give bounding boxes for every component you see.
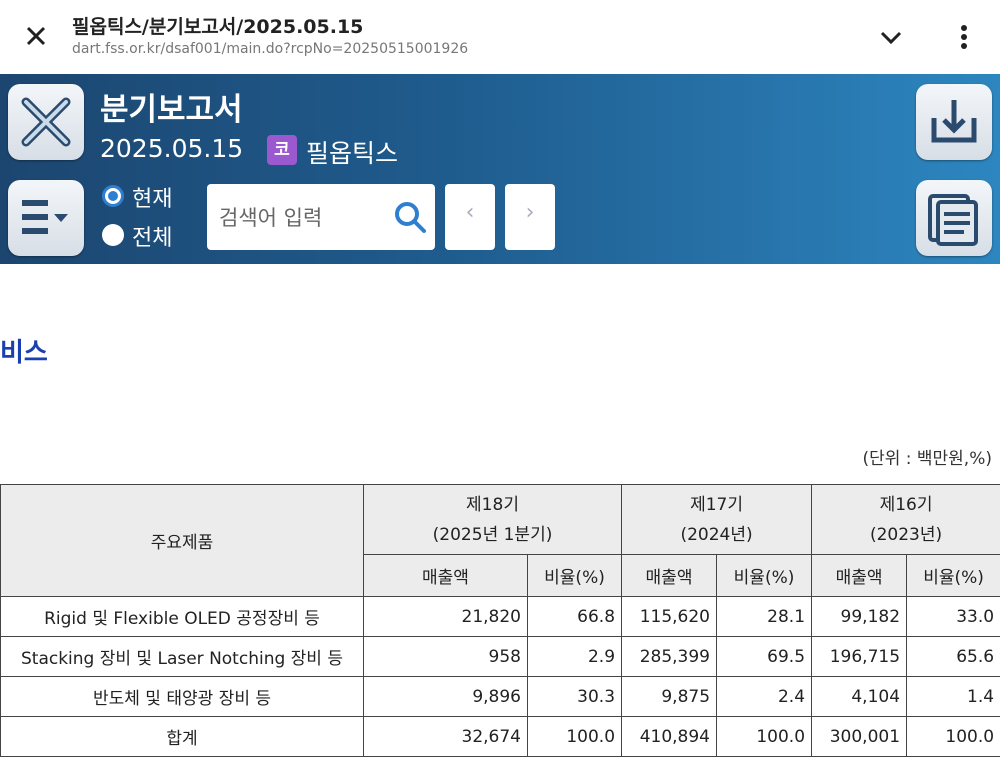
header-period: 제17기 (2024년) (621, 484, 813, 555)
table-row: 반도체 및 태양광 장비 등 9,896 30.3 9,875 2.4 4,10… (0, 676, 1000, 717)
product-name: 반도체 및 태양광 장비 등 (0, 676, 364, 717)
search-next-button[interactable]: › (505, 184, 555, 250)
ratio-value: 2.9 (526, 636, 623, 677)
company-name[interactable]: 필옵틱스 (306, 134, 398, 170)
header-ratio: 비율(%) (526, 554, 623, 597)
ratio-value: 1.4 (906, 676, 1000, 717)
ratio-value: 33.0 (906, 596, 1000, 637)
scope-radio-all[interactable]: 전체 (100, 222, 200, 251)
corp-class-badge: 코 (267, 135, 297, 165)
header-sales: 매출액 (621, 554, 718, 597)
ratio-value: 100.0 (716, 716, 813, 757)
browser-top-bar: 필옵틱스/분기보고서/2025.05.15 dart.fss.or.kr/dsa… (0, 0, 1000, 74)
menu-dropdown-icon (22, 200, 68, 234)
search-icon[interactable] (393, 200, 427, 234)
sales-value: 285,399 (621, 636, 718, 677)
documents-icon (928, 194, 978, 246)
radio-selected-icon (102, 185, 124, 207)
sales-value: 196,715 (811, 636, 908, 677)
ratio-value: 66.8 (526, 596, 623, 637)
ratio-value: 100.0 (526, 716, 623, 757)
sales-value: 410,894 (621, 716, 718, 757)
search-input[interactable] (217, 202, 391, 234)
search-box (207, 184, 435, 250)
sales-value: 21,820 (363, 596, 528, 637)
header-ratio: 비율(%) (906, 554, 1000, 597)
sales-value: 958 (363, 636, 528, 677)
table-of-contents-button[interactable] (8, 180, 84, 256)
product-name: 합계 (0, 716, 364, 757)
unit-note: (단위 : 백만원,%) (862, 449, 992, 469)
radio-unselected-icon (102, 224, 124, 246)
ratio-value: 30.3 (526, 676, 623, 717)
ratio-value: 65.6 (906, 636, 1000, 677)
sales-value: 99,182 (811, 596, 908, 637)
search-prev-button[interactable]: ‹ (445, 184, 495, 250)
header-period: 제18기 (2025년 1분기) (362, 484, 623, 555)
header-product: 주요제품 (0, 484, 364, 597)
product-name: Stacking 장비 및 Laser Notching 장비 등 (0, 636, 364, 677)
table-row: Stacking 장비 및 Laser Notching 장비 등 958 2.… (0, 636, 1000, 677)
sales-value: 9,896 (363, 676, 528, 717)
table-row: Rigid 및 Flexible OLED 공정장비 등 21,820 66.8… (0, 596, 1000, 637)
close-icon[interactable] (22, 22, 50, 50)
sales-value: 9,875 (621, 676, 718, 717)
product-name: Rigid 및 Flexible OLED 공정장비 등 (0, 596, 364, 637)
header-sales: 매출액 (363, 554, 528, 597)
ratio-value: 28.1 (716, 596, 813, 637)
header-ratio: 비율(%) (716, 554, 813, 597)
sales-value: 4,104 (811, 676, 908, 717)
ratio-value: 69.5 (716, 636, 813, 677)
download-icon (931, 100, 977, 143)
close-viewer-button[interactable] (8, 84, 84, 160)
download-button[interactable] (916, 84, 992, 160)
header-sales: 매출액 (811, 554, 908, 597)
document-date: 2025.05.15 (100, 134, 244, 163)
section-heading: 비스 (0, 338, 48, 368)
page-url[interactable]: dart.fss.or.kr/dsaf001/main.do?rcpNo=202… (72, 41, 468, 57)
ratio-value: 100.0 (906, 716, 1000, 757)
sales-value: 115,620 (621, 596, 718, 637)
sales-value: 32,674 (363, 716, 528, 757)
document-title: 분기보고서 (100, 92, 243, 128)
document-list-button[interactable] (916, 180, 992, 256)
more-vert-icon[interactable] (950, 22, 978, 52)
chevron-down-icon[interactable] (878, 26, 904, 48)
table-row-total: 합계 32,674 100.0 410,894 100.0 300,001 10… (0, 716, 1000, 757)
x-icon (21, 97, 71, 147)
revenue-table: 주요제품 제18기 (2025년 1분기) 제17기 (2024년) 제16기 … (0, 484, 1000, 757)
scope-radio-current[interactable]: 현재 (100, 183, 200, 212)
sales-value: 300,001 (811, 716, 908, 757)
header-period: 제16기 (2023년) (811, 484, 1000, 555)
ratio-value: 2.4 (716, 676, 813, 717)
page-title: 필옵틱스/분기보고서/2025.05.15 (72, 16, 364, 38)
viewer-header: 분기보고서 2025.05.15 코 필옵틱스 현재 전체 ‹ (0, 74, 1000, 264)
